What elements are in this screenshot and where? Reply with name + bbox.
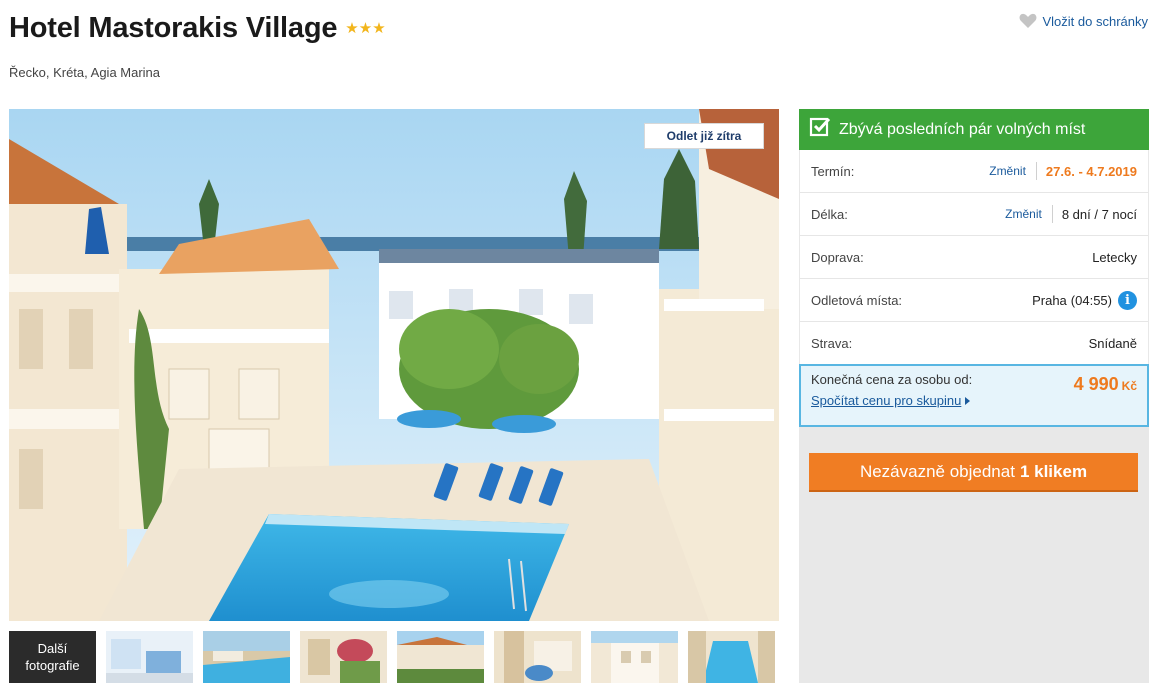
thumbnail-2[interactable] <box>203 631 290 683</box>
thumbnail-1[interactable] <box>106 631 193 683</box>
thumbnail-4[interactable] <box>397 631 484 683</box>
checkbox-checked-icon <box>809 116 831 143</box>
thumbnail-7[interactable] <box>688 631 775 683</box>
thumbnail-3[interactable] <box>300 631 387 683</box>
group-price-label: Spočítat cenu pro skupinu <box>811 393 962 408</box>
row-length: Délka: Změnit 8 dní / 7 nocí <box>800 193 1148 236</box>
transport-label: Doprava: <box>811 249 864 265</box>
booking-panel: Zbývá posledních pár volných míst Termín… <box>799 109 1149 683</box>
more-photos-line2: fotografie <box>25 658 80 673</box>
hotel-main-photo[interactable]: Odlet již zítra <box>9 109 779 621</box>
thumbnail-strip: Další fotografie <box>9 631 775 683</box>
divider <box>1035 162 1037 180</box>
price-currency: Kč <box>1121 379 1137 393</box>
change-term-link[interactable]: Změnit <box>989 164 1026 178</box>
hotel-location: Řecko, Kréta, Agia Marina <box>9 65 161 80</box>
heart-icon <box>1019 13 1037 29</box>
more-photos-button[interactable]: Další fotografie <box>9 631 96 683</box>
board-label: Strava: <box>811 336 853 351</box>
availability-banner: Zbývá posledních pár volných míst <box>799 109 1149 150</box>
term-value: 27.6. - 4.7.2019 <box>1045 163 1137 179</box>
price-value: 4 990 Kč <box>1074 374 1137 395</box>
departure-time: (04:55) <box>1070 292 1112 308</box>
length-label: Délka: <box>811 206 848 222</box>
price-amount: 4 990 <box>1073 374 1119 394</box>
hotel-name: Hotel Mastorakis Village <box>9 12 338 44</box>
order-bold: 1 klikem <box>1019 461 1088 481</box>
departure-label: Odletová místa: <box>811 292 903 308</box>
row-board: Strava: Snídaně <box>800 322 1148 365</box>
term-label: Termín: <box>811 163 855 179</box>
departure-value: Praha (04:55) <box>1032 293 1112 308</box>
order-text: Nezávazně objednat <box>859 461 1015 481</box>
trip-details: Termín: Změnit 27.6. - 4.7.2019 Délka: Z… <box>800 150 1148 365</box>
departure-badge: Odlet již zítra <box>644 123 764 149</box>
thumbnail-5[interactable] <box>494 631 581 683</box>
transport-value: Letecky <box>1092 249 1137 265</box>
star-rating: ★★★ <box>345 20 386 37</box>
group-price-link[interactable]: Spočítat cenu pro skupinu <box>811 393 971 408</box>
more-photos-line1: Další <box>37 641 68 656</box>
hotel-title: Hotel Mastorakis Village ★★★ <box>9 12 386 45</box>
departure-city: Praha <box>1032 292 1067 308</box>
caret-right-icon <box>965 396 971 405</box>
row-transport: Doprava: Letecky <box>800 236 1148 279</box>
length-value: 8 dní / 7 nocí <box>1061 206 1137 222</box>
board-value: Snídaně <box>1088 336 1137 351</box>
availability-text: Zbývá posledních pár volných míst <box>839 120 1086 138</box>
row-departure: Odletová místa: Praha (04:55) i <box>800 279 1148 322</box>
order-button[interactable]: Nezávazně objednat 1 klikem <box>809 453 1138 492</box>
save-label: Vložit do schránky <box>1042 13 1149 29</box>
thumbnail-6[interactable] <box>591 631 678 683</box>
price-box: Konečná cena za osobu od: 4 990 Kč Spočít… <box>799 364 1149 427</box>
change-length-link[interactable]: Změnit <box>1005 207 1042 221</box>
info-icon[interactable]: i <box>1118 290 1137 310</box>
save-to-clipboard-button[interactable]: Vložit do schránky <box>1019 13 1149 29</box>
divider <box>1051 205 1053 223</box>
row-term: Termín: Změnit 27.6. - 4.7.2019 <box>800 150 1148 193</box>
